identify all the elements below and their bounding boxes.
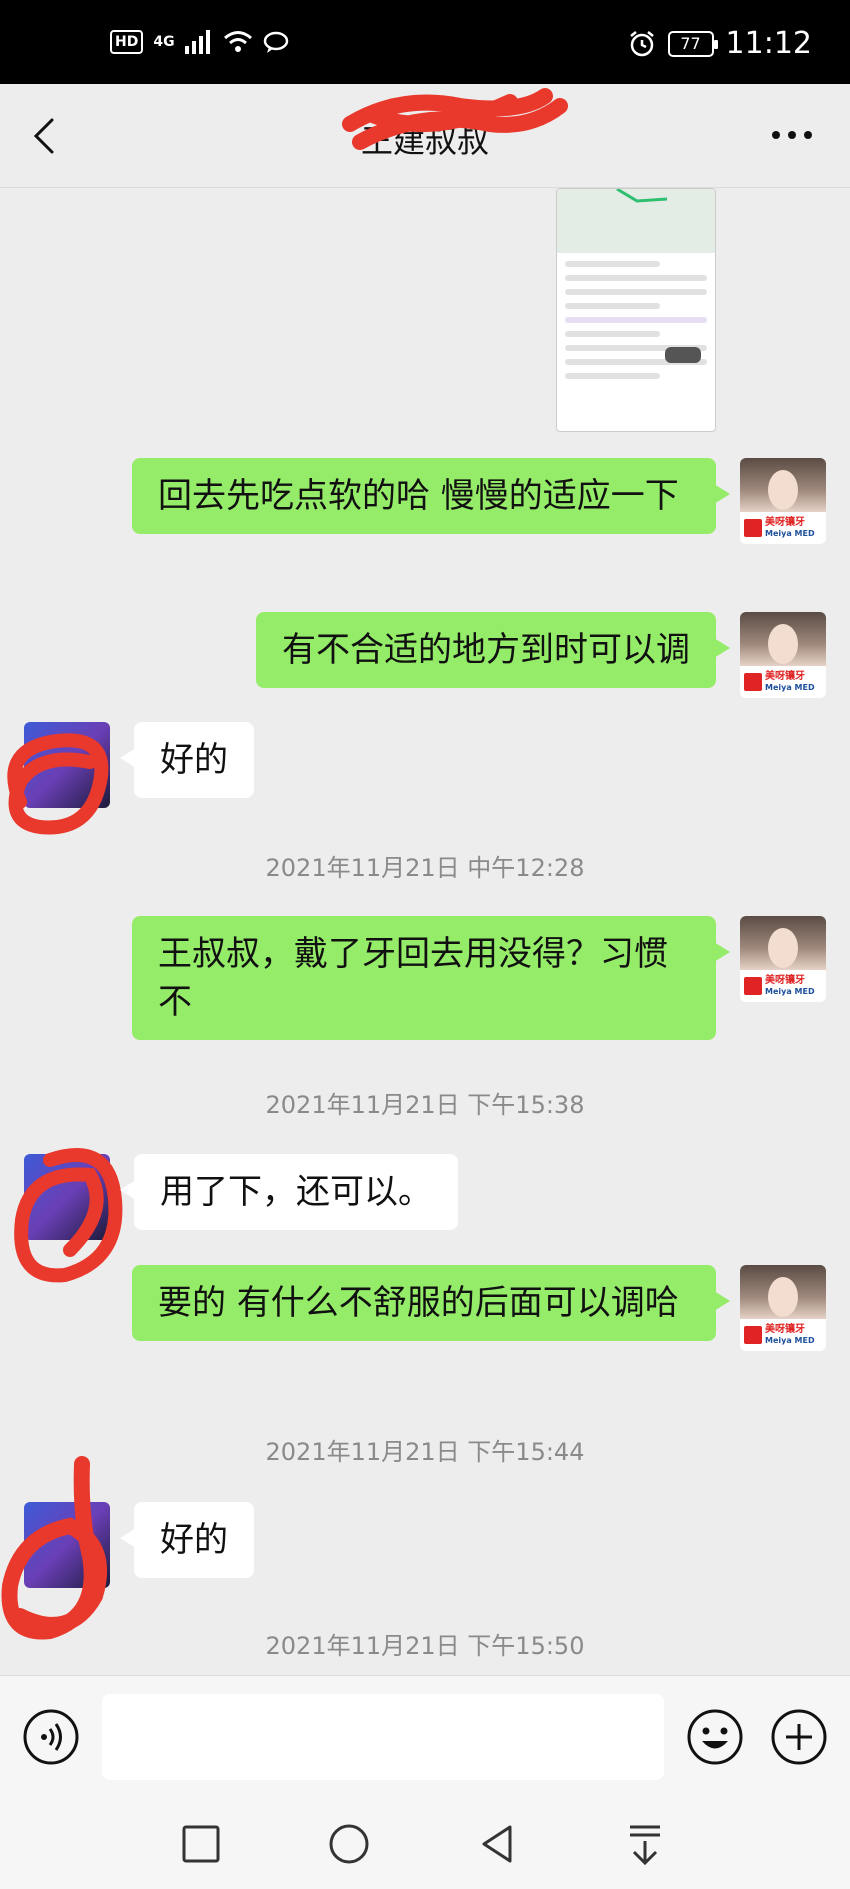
status-bar: HD 4G 77 11:12 [0,0,850,84]
timestamp: 2021年11月21日 下午15:38 [265,1091,585,1119]
my-avatar[interactable]: 美呀镶牙 Meiya MED [740,1265,826,1351]
brand-logo-icon [744,977,762,995]
contact-avatar[interactable] [24,722,110,808]
timestamp: 2021年11月21日 下午15:44 [265,1438,585,1466]
my-avatar[interactable]: 美呀镶牙 Meiya MED [740,916,826,1002]
input-bar [0,1675,850,1799]
status-left: HD 4G [110,30,289,54]
nav-down-icon[interactable] [622,1821,668,1867]
message-bubble-received[interactable]: 用了下，还可以。 [120,1154,458,1230]
more-icon[interactable] [770,128,814,142]
message-bubble-received[interactable]: 好的 [120,722,254,798]
message-bubble-received[interactable]: 好的 [120,1502,254,1578]
title-redaction [342,88,568,150]
brand-logo-icon [744,519,762,537]
brand-logo-icon [744,673,762,691]
wifi-icon [223,31,252,52]
message-bubble-sent[interactable]: 王叔叔，戴了牙回去用没得？习惯不 [132,916,730,1040]
brand-logo-icon [744,1326,762,1344]
battery-indicator: 77 [667,30,718,57]
status-time: 11:12 [725,26,812,61]
message-bubble-sent[interactable]: 要的 有什么不舒服的后面可以调哈 [132,1265,730,1341]
chat-status-icon [263,31,288,53]
plus-icon[interactable] [770,1708,828,1766]
nav-square-icon[interactable] [178,1821,224,1867]
route-line [616,189,668,203]
message-input[interactable] [102,1694,664,1780]
alarm-icon [629,30,654,56]
emoji-icon[interactable] [686,1708,744,1766]
system-nav-bar [0,1799,850,1889]
timestamp: 2021年11月21日 下午15:50 [265,1632,585,1660]
hd-badge: HD [110,30,144,54]
chat-header: 王建叔叔 [0,84,850,188]
contact-avatar[interactable] [24,1154,110,1240]
network-label: 4G [153,34,175,50]
voice-icon[interactable] [22,1708,80,1766]
message-bubble-sent[interactable]: 回去先吃点软的哈 慢慢的适应一下 [132,458,730,534]
contact-avatar[interactable] [24,1502,110,1588]
chat-area[interactable]: 美呀镶牙 Meiya MED 回去先吃点软的哈 慢慢的适应一下 美呀镶牙 Meiya… [0,188,850,1675]
my-avatar[interactable]: 美呀镶牙 Meiya MED [740,458,826,544]
my-avatar[interactable]: 美呀镶牙 Meiya MED [740,612,826,698]
car-image [665,347,701,363]
signal-icon [184,30,210,54]
nav-back-icon[interactable] [474,1821,520,1867]
map-thumbnail [557,189,715,253]
nav-circle-icon[interactable] [326,1821,372,1867]
status-right: 77 11:12 [628,26,812,61]
shared-screenshot-image[interactable] [556,188,716,432]
timestamp: 2021年11月21日 中午12:28 [265,854,585,882]
message-bubble-sent[interactable]: 有不合适的地方到时可以调 [256,612,730,688]
